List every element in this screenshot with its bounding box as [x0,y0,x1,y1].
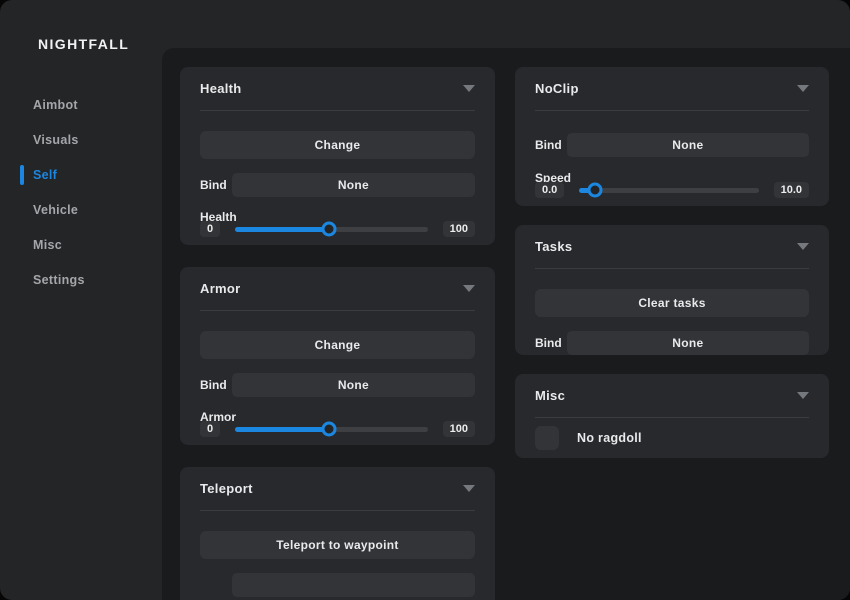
slider-min-value: 0.0 [535,182,564,198]
panel-noclip: NoClip Bind None Speed 0.0 10.0 [515,67,829,206]
health-change-button[interactable]: Change [200,131,475,159]
slider-max-value: 100 [443,221,475,237]
panel-misc-header: Misc [535,374,809,418]
panel-title: Tasks [535,239,572,254]
teleport-waypoint-button[interactable]: Teleport to waypoint [200,531,475,559]
panel-title: Armor [200,281,241,296]
slider-label: Speed [535,171,809,185]
armor-bind-row: Bind None [200,373,475,397]
panel-title: Health [200,81,242,96]
panel-tasks: Tasks Clear tasks Bind None [515,225,829,355]
panel-teleport-header: Teleport [200,467,475,511]
slider-track[interactable] [235,427,428,432]
panel-tasks-header: Tasks [535,225,809,269]
sidebar-item-label: Misc [33,238,62,252]
sidebar-item-label: Self [33,168,57,182]
armor-slider: 0 100 [200,429,475,445]
slider-fill [235,227,329,232]
slider-min-value: 0 [200,421,220,437]
noclip-bind-row: Bind None [535,133,809,157]
tasks-bind-row: Bind None [535,331,809,355]
teleport-partial-button[interactable] [232,573,475,597]
health-slider: 0 100 [200,229,475,245]
sidebar-item-misc[interactable]: Misc [0,235,162,255]
panel-title: Teleport [200,481,253,496]
slider-max-value: 100 [443,421,475,437]
chevron-down-icon[interactable] [797,85,809,92]
slider-label: Health [200,210,475,224]
slider-track[interactable] [579,188,758,193]
panel-title: Misc [535,388,565,403]
sidebar-item-vehicle[interactable]: Vehicle [0,200,162,220]
armor-change-button[interactable]: Change [200,331,475,359]
sidebar-item-label: Aimbot [33,98,78,112]
panel-armor: Armor Change Bind None Armor 0 100 [180,267,495,445]
main-content: Health Change Bind None Health 0 100 [162,48,850,600]
slider-handle[interactable] [322,222,337,237]
slider-track[interactable] [235,227,428,232]
chevron-down-icon[interactable] [797,392,809,399]
slider-handle[interactable] [588,183,603,198]
slider-label: Armor [200,410,475,424]
sidebar-item-label: Settings [33,273,85,287]
slider-handle[interactable] [322,422,337,437]
slider-fill [235,427,329,432]
checkbox-label: No ragdoll [577,431,642,445]
panel-health: Health Change Bind None Health 0 100 [180,67,495,245]
sidebar-item-label: Visuals [33,133,79,147]
no-ragdoll-checkbox[interactable] [535,426,559,450]
sidebar-item-visuals[interactable]: Visuals [0,130,162,150]
app-title: NIGHTFALL [38,36,129,52]
chevron-down-icon[interactable] [463,85,475,92]
health-bind-row: Bind None [200,173,475,197]
armor-bind-button[interactable]: None [232,373,475,397]
noclip-bind-button[interactable]: None [567,133,809,157]
bind-label: Bind [535,336,567,350]
slider-min-value: 0 [200,221,220,237]
panel-armor-header: Armor [200,267,475,311]
panel-noclip-header: NoClip [535,67,809,111]
clear-tasks-button[interactable]: Clear tasks [535,289,809,317]
sidebar-item-settings[interactable]: Settings [0,270,162,290]
tasks-bind-button[interactable]: None [567,331,809,355]
bind-label: Bind [200,378,232,392]
sidebar-item-self[interactable]: Self [0,165,162,185]
sidebar: Aimbot Visuals Self Vehicle Misc Setting… [0,95,162,305]
active-indicator [20,165,24,185]
bind-label: Bind [200,178,232,192]
sidebar-item-label: Vehicle [33,203,78,217]
no-ragdoll-row: No ragdoll [535,434,809,458]
panel-title: NoClip [535,81,579,96]
teleport-partial-row [200,573,475,597]
chevron-down-icon[interactable] [463,485,475,492]
health-bind-button[interactable]: None [232,173,475,197]
sidebar-item-aimbot[interactable]: Aimbot [0,95,162,115]
chevron-down-icon[interactable] [797,243,809,250]
app-window: NIGHTFALL Aimbot Visuals Self Vehicle Mi… [0,0,850,600]
panel-health-header: Health [200,67,475,111]
chevron-down-icon[interactable] [463,285,475,292]
panel-misc: Misc No ragdoll [515,374,829,458]
noclip-speed-slider: 0.0 10.0 [535,190,809,206]
slider-max-value: 10.0 [774,182,809,198]
panel-teleport: Teleport Teleport to waypoint [180,467,495,600]
bind-label: Bind [535,138,567,152]
